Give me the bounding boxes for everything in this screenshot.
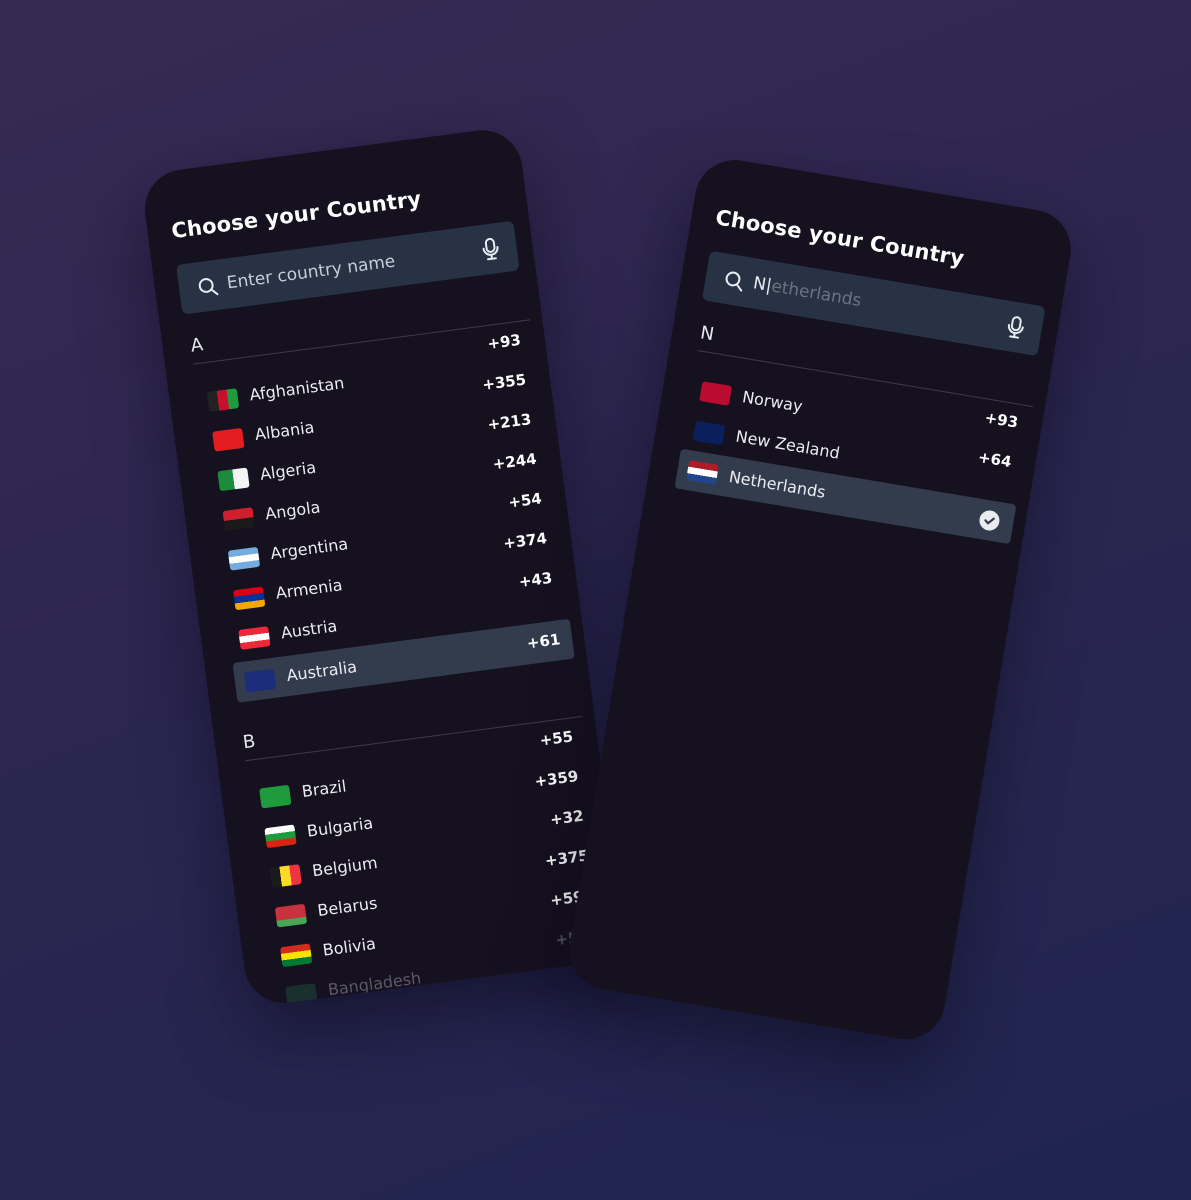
flag-brazil-icon — [259, 784, 292, 809]
dial-code: +54 — [507, 489, 543, 512]
country-name: Afghanistan — [248, 373, 346, 405]
country-name: Argentina — [269, 534, 350, 564]
section-letter-a: A — [189, 334, 205, 357]
dial-code: +61 — [525, 630, 562, 653]
screen-title: Choose your Country — [170, 186, 423, 244]
country-name: Austria — [279, 616, 339, 643]
flag-bolivia-icon — [280, 943, 313, 968]
dial-code: +32 — [549, 806, 585, 829]
flag-new-zealand-icon — [692, 420, 726, 446]
section-letter-b: B — [241, 730, 257, 754]
dial-code: +93 — [486, 330, 522, 353]
flag-belgium-icon — [269, 864, 302, 888]
country-name: Angola — [264, 497, 322, 524]
mic-icon[interactable] — [1004, 314, 1028, 341]
mic-icon[interactable] — [479, 236, 502, 262]
search-autocomplete: etherlands — [769, 276, 863, 312]
search-query: N|etherlands — [752, 273, 863, 311]
flag-belarus-icon — [274, 903, 308, 928]
search-icon — [198, 278, 219, 296]
search-icon — [725, 271, 743, 292]
flag-argentina-icon — [227, 546, 261, 571]
flag-bulgaria-icon — [264, 824, 297, 849]
country-name: Albania — [253, 417, 316, 445]
flag-algeria-icon — [217, 467, 250, 492]
flag-australia-icon — [243, 668, 277, 693]
flag-angola-icon — [222, 507, 255, 531]
flag-bangladesh-icon — [285, 983, 318, 1007]
country-name: Algeria — [258, 457, 318, 484]
country-name: New Zealand — [734, 426, 842, 463]
dial-code: +43 — [517, 568, 554, 591]
dial-code: +93 — [983, 408, 1020, 432]
search-placeholder: Enter country name — [225, 251, 397, 294]
country-name: Netherlands — [727, 467, 827, 502]
country-picker-screen-list: Choose your Country Enter country name A… — [140, 125, 627, 1008]
country-name: Norway — [740, 387, 804, 416]
flag-netherlands-icon — [686, 460, 719, 485]
country-picker-screen-search: Choose your Country N|etherlands N Norwa… — [563, 154, 1077, 1046]
flag-armenia-icon — [233, 586, 266, 611]
check-circle-icon — [977, 508, 1001, 532]
dial-code: +55 — [538, 727, 575, 750]
flag-norway-icon — [699, 381, 733, 406]
country-name: Armenia — [274, 575, 344, 603]
flag-albania-icon — [212, 427, 245, 452]
country-name: Bolivia — [321, 933, 377, 960]
search-input[interactable]: N|etherlands — [701, 250, 1046, 357]
country-name: Belarus — [316, 893, 379, 921]
country-name: Brazil — [300, 776, 348, 802]
country-name: Australia — [285, 656, 359, 686]
country-name: Bangladesh — [326, 968, 423, 1000]
flag-austria-icon — [238, 626, 271, 650]
country-name: Belgium — [311, 852, 379, 881]
country-name: Bulgaria — [305, 813, 375, 841]
flag-afghanistan-icon — [206, 388, 240, 412]
section-letter-n: N — [698, 322, 716, 346]
